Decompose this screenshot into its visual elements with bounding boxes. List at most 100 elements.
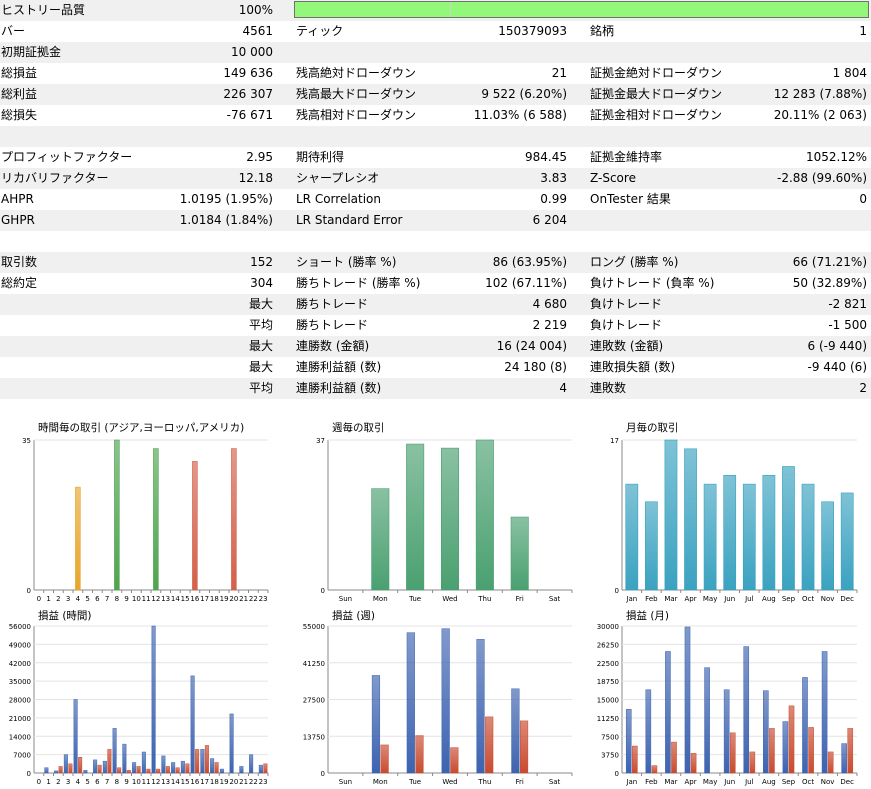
loss-bar xyxy=(380,744,389,774)
loss-bar xyxy=(156,768,161,774)
stat-label: 証拠金維持率 xyxy=(590,150,663,164)
x-tick-label: Fri xyxy=(516,595,524,603)
x-tick-label: 10 xyxy=(132,595,141,603)
x-tick-label: Wed xyxy=(442,595,457,603)
stat-value: 984.45 xyxy=(525,150,567,164)
loss-bar xyxy=(847,728,854,774)
profit-bar xyxy=(122,743,127,774)
stat-value: 16 (24 004) xyxy=(496,339,567,353)
profit-bar xyxy=(54,770,59,774)
loss-bar xyxy=(68,763,73,774)
loss-bar xyxy=(175,767,180,774)
x-tick-label: Feb xyxy=(645,778,658,786)
x-tick-label: Mon xyxy=(373,778,388,786)
stat-label: 勝ちトレード (勝率 %) xyxy=(296,276,421,290)
stat-value: 1.0195 (1.95%) xyxy=(179,192,273,206)
x-tick-label: 17 xyxy=(200,595,209,603)
loss-bar xyxy=(126,770,131,774)
stats-row: 総利益 226 307 残高最大ドローダウン 9 522 (6.20%) 証拠金最大ドロ… xyxy=(0,84,871,105)
stat-label: 勝ちトレード xyxy=(296,297,369,311)
bar xyxy=(762,474,776,591)
stat-label: GHPR xyxy=(1,213,35,227)
stat-label: 連勝利益額 (数) xyxy=(296,360,382,374)
stat-label: シャープレシオ xyxy=(296,171,380,185)
y-tick-label: 27500 xyxy=(303,697,325,705)
x-tick-label: May xyxy=(703,595,717,603)
y-tick-label: 55000 xyxy=(303,623,325,631)
x-tick-label: Tue xyxy=(408,778,421,786)
x-tick-label: Sat xyxy=(549,778,561,786)
y-tick-label: 41250 xyxy=(303,660,325,668)
x-tick-label: 0 xyxy=(37,778,41,786)
stat-label: Z-Score xyxy=(590,171,636,185)
loss-bar xyxy=(97,764,102,774)
y-tick-label: 0 xyxy=(27,587,31,595)
stat-label: 連敗数 (金額) xyxy=(590,339,664,353)
stat-label: 総約定 xyxy=(1,276,38,290)
stat-value: 10 000 xyxy=(231,45,273,59)
stat-value: 最大 xyxy=(248,360,273,374)
stats-row: 最大 勝ちトレード 4 680 負けトレード -2 821 xyxy=(0,294,871,315)
x-tick-label: Wed xyxy=(442,778,457,786)
y-tick-label: 35 xyxy=(22,437,31,445)
profit-bar xyxy=(625,709,632,774)
bar xyxy=(645,501,658,591)
stat-label: リカバリファクター xyxy=(1,171,109,185)
loss-bar xyxy=(485,716,494,774)
y-tick-label: 0 xyxy=(615,587,619,595)
x-tick-label: Jul xyxy=(744,595,754,603)
loss-bar xyxy=(58,766,63,774)
weekly-trades-chart: 週毎の取引 37 0 Sun Mon Tue Wed Thu Fri Sat xyxy=(316,421,573,603)
x-tick-label: 9 xyxy=(124,595,128,603)
profit-bar xyxy=(239,766,244,774)
profit-bar xyxy=(171,762,176,774)
bar xyxy=(475,439,494,591)
x-tick-label: 19 xyxy=(220,778,229,786)
loss-bar xyxy=(117,767,122,774)
loss-bar xyxy=(195,749,200,774)
profit-bar xyxy=(441,628,450,774)
stat-label: 証拠金絶対ドローダウン xyxy=(590,66,723,80)
loss-bar xyxy=(749,751,756,774)
x-tick-label: 13 xyxy=(161,595,170,603)
chart-title: 時間毎の取引 (アジア,ヨーロッパ,アメリカ) xyxy=(38,421,244,434)
profit-bar xyxy=(782,721,789,774)
profit-bar xyxy=(83,770,88,774)
stat-value: 3.83 xyxy=(540,171,567,185)
stat-value: 50 (32.89%) xyxy=(792,276,867,290)
history-quality-bar-marker xyxy=(450,2,451,17)
x-tick-label: Sep xyxy=(782,595,796,603)
history-quality-value: 100% xyxy=(238,3,273,17)
stat-value: 66 (71.21%) xyxy=(792,255,867,269)
stat-label: 連敗数 xyxy=(590,381,627,395)
stat-value: 304 xyxy=(250,276,273,290)
bar xyxy=(625,483,639,591)
x-tick-label: Oct xyxy=(802,778,814,786)
stat-label: LR Correlation xyxy=(296,192,382,206)
x-tick-label: 14 xyxy=(171,778,180,786)
stats-row: 最大 連勝利益額 (数) 24 180 (8) 連敗損失額 (数) -9 440 (6) xyxy=(0,357,871,378)
profit-bar xyxy=(190,675,195,774)
y-tick-label: 37 xyxy=(316,437,325,445)
x-tick-label: 21 xyxy=(239,595,248,603)
stats-row xyxy=(0,126,871,147)
x-tick-label: 18 xyxy=(210,595,219,603)
stat-label: 勝ちトレード xyxy=(296,318,369,332)
loss-bar xyxy=(165,766,170,774)
x-tick-label: Sat xyxy=(549,595,561,603)
profit-bar xyxy=(151,625,156,774)
x-tick-label: 22 xyxy=(249,778,258,786)
x-tick-label: Dec xyxy=(840,595,854,603)
profit-bar xyxy=(476,639,485,774)
stat-value: 1.0184 (1.84%) xyxy=(179,213,273,227)
bar xyxy=(684,448,697,591)
stats-row: リカバリファクター 12.18 シャープレシオ 3.83 Z-Score -2.88 (9… xyxy=(0,168,871,189)
bar xyxy=(371,488,390,591)
bar xyxy=(782,466,795,591)
x-tick-label: May xyxy=(703,778,717,786)
stat-value: -2.88 (99.60%) xyxy=(777,171,867,185)
stat-label: 総損失 xyxy=(1,108,38,122)
stat-value: -76 671 xyxy=(226,108,273,122)
profit-bar xyxy=(229,713,234,774)
stats-row-history-quality: ヒストリー品質 100% xyxy=(0,0,871,21)
